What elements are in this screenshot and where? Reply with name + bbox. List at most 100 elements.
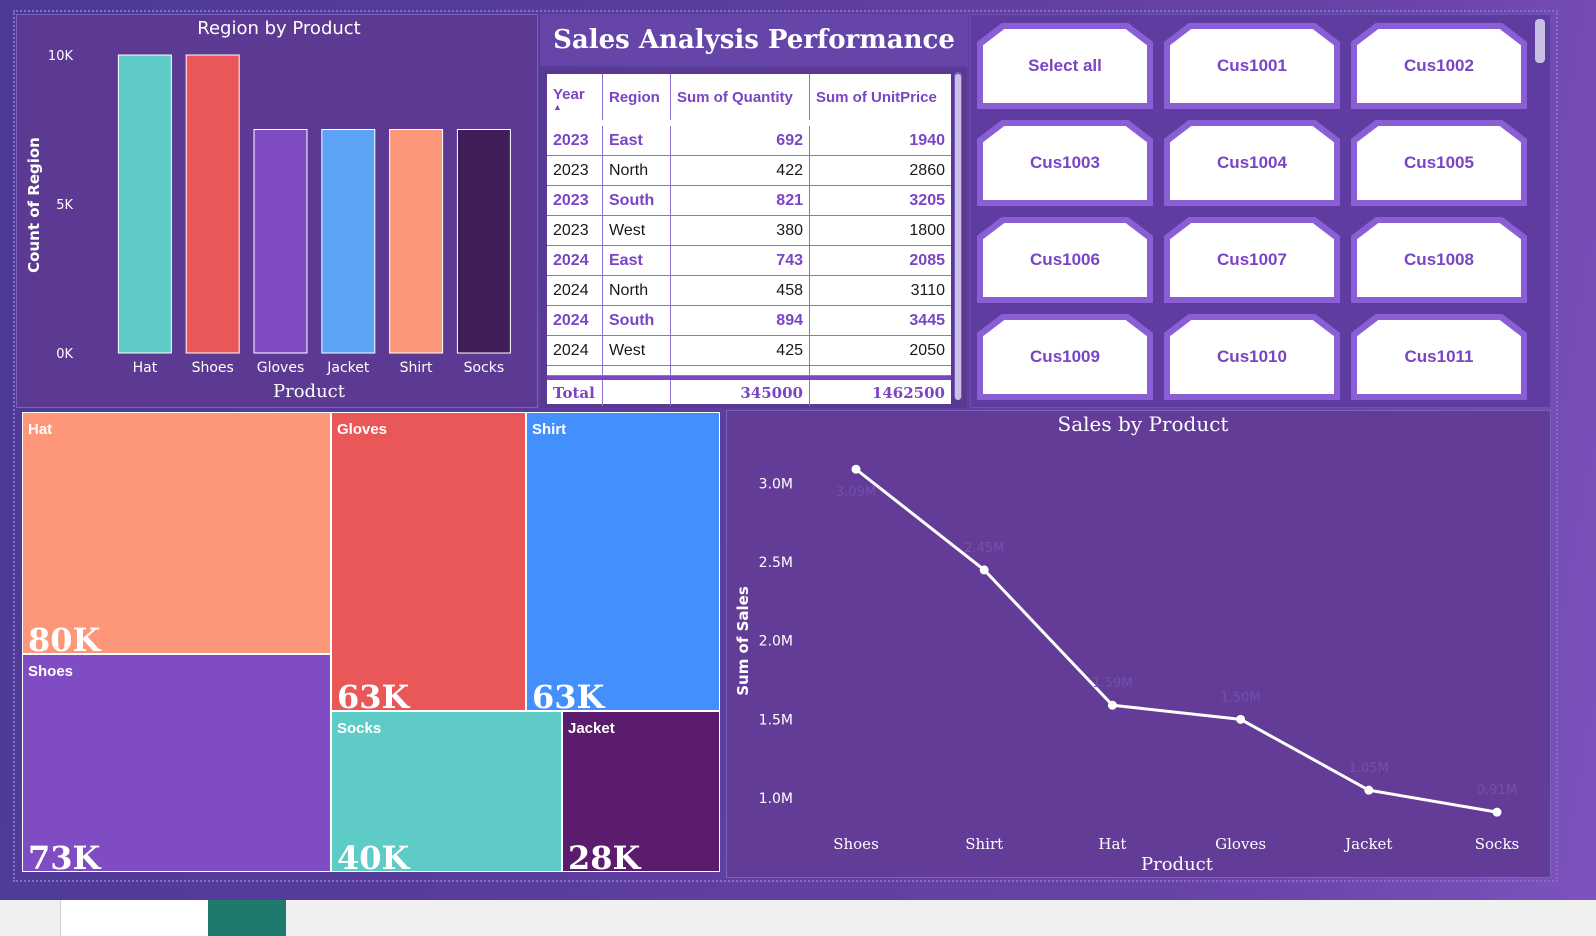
slicer-item-label: Cus1009 xyxy=(1030,347,1100,366)
region-by-product-chart[interactable]: Region by Product Product Count of Region 0… xyxy=(16,14,538,408)
slicer-item-button[interactable]: Cus1008 xyxy=(1351,217,1527,303)
x-tick-label: Jacket xyxy=(1343,835,1392,853)
treemap-value: 28K xyxy=(568,839,641,872)
table-row[interactable]: 2024 East 743 2085 xyxy=(547,246,951,276)
x-tick-label: Shirt xyxy=(400,360,433,376)
treemap-tile-hat[interactable]: Hat 80K xyxy=(22,412,331,654)
slicer-item-face: Cus1010 xyxy=(1170,320,1334,394)
x-tick-label: Jacket xyxy=(326,360,370,376)
total-quantity: 345000 xyxy=(671,380,810,406)
slicer-item-face: Cus1003 xyxy=(983,126,1147,200)
cell-empty xyxy=(603,366,671,375)
slicer-item-button[interactable]: Cus1006 xyxy=(977,217,1153,303)
x-tick-label: Socks xyxy=(464,360,505,376)
slicer-item-label: Select all xyxy=(1028,56,1102,75)
treemap-tile-shoes[interactable]: Shoes 73K xyxy=(22,654,331,872)
slicer-item-label: Cus1006 xyxy=(1030,250,1100,269)
slicer-item-button[interactable]: Cus1011 xyxy=(1351,314,1527,400)
x-tick-label: Gloves xyxy=(257,360,305,376)
slicer-item-face: Cus1009 xyxy=(983,320,1147,394)
slicer-item-button[interactable]: Cus1007 xyxy=(1164,217,1340,303)
data-point[interactable] xyxy=(1492,807,1502,817)
slicer-item-button[interactable]: Cus1005 xyxy=(1351,120,1527,206)
table-row[interactable]: 2024 West 425 2050 xyxy=(547,336,951,366)
page-tab-active[interactable] xyxy=(208,900,286,936)
slicer-item-face: Cus1004 xyxy=(1170,126,1334,200)
treemap-value: 73K xyxy=(28,839,101,872)
sales-treemap[interactable]: Hat 80K Shoes 73K Gloves 63K Shirt 63K S… xyxy=(22,412,720,872)
sales-table[interactable]: Year ▲ Region Sum of Quantity Sum of Uni… xyxy=(541,68,967,408)
data-point[interactable] xyxy=(1107,700,1117,710)
cell-year: 2024 xyxy=(547,276,603,305)
x-tick-label: Shirt xyxy=(965,835,1003,853)
sort-asc-icon[interactable]: ▲ xyxy=(553,103,562,112)
bar-gloves[interactable] xyxy=(253,129,308,354)
treemap-value: 63K xyxy=(337,678,410,711)
report-title-box: Sales Analysis Performance xyxy=(540,14,968,66)
treemap-tile-shirt[interactable]: Shirt 63K xyxy=(526,412,720,711)
total-label: Total xyxy=(547,380,603,406)
header-sum-unitprice[interactable]: Sum of UnitPrice xyxy=(810,74,951,120)
data-point[interactable] xyxy=(979,565,989,575)
bar-hat[interactable] xyxy=(117,54,172,354)
bar-shirt[interactable] xyxy=(389,129,444,354)
header-year[interactable]: Year ▲ xyxy=(547,74,603,120)
slicer-item-label: Cus1003 xyxy=(1030,153,1100,172)
treemap-value: 63K xyxy=(532,678,605,711)
slicer-item-label: Cus1010 xyxy=(1217,347,1287,366)
slicer-item-face: Cus1006 xyxy=(983,223,1147,297)
bar-jacket[interactable] xyxy=(321,129,376,354)
slicer-item-button[interactable]: Cus1001 xyxy=(1164,23,1340,109)
slicer-item-face: Cus1005 xyxy=(1357,126,1521,200)
cell-year: 2023 xyxy=(547,186,603,215)
treemap-tile-socks[interactable]: Socks 40K xyxy=(331,711,562,872)
slicer-item-face: Cus1002 xyxy=(1357,29,1521,103)
slicer-item-button[interactable]: Cus1004 xyxy=(1164,120,1340,206)
header-sum-quantity[interactable]: Sum of Quantity xyxy=(671,74,810,120)
slicer-select-all-button[interactable]: Select all xyxy=(977,23,1153,109)
report-title: Sales Analysis Performance xyxy=(553,25,955,55)
slicer-item-button[interactable]: Cus1010 xyxy=(1164,314,1340,400)
table-row[interactable]: 2024 South 894 3445 xyxy=(547,306,951,336)
cell-region: North xyxy=(603,276,671,305)
total-region xyxy=(603,380,671,406)
bar-shoes[interactable] xyxy=(185,54,240,354)
data-point[interactable] xyxy=(1236,714,1246,724)
slicer-item-button[interactable]: Cus1002 xyxy=(1351,23,1527,109)
sales-line-svg: Sales by Product Product Sum of Sales 1.0M 1… xyxy=(734,412,1519,875)
x-tick-label: Shoes xyxy=(833,835,879,853)
y-tick-label: 10K xyxy=(48,49,74,64)
sales-by-product-chart[interactable]: Sales by Product Product Sum of Sales 1.0M 1… xyxy=(726,410,1551,878)
slicer-item-face: Cus1007 xyxy=(1170,223,1334,297)
treemap-label: Shirt xyxy=(532,421,567,438)
table-row[interactable]: 2023 West 380 1800 xyxy=(547,216,951,246)
slicer-item-label: Cus1002 xyxy=(1404,56,1474,75)
treemap-tile-gloves[interactable]: Gloves 63K xyxy=(331,412,526,711)
x-tick-label: Shoes xyxy=(192,360,234,376)
table-row[interactable]: 2023 North 422 2860 xyxy=(547,156,951,186)
slicer-item-label: Cus1004 xyxy=(1217,153,1287,172)
slicer-item-face: Cus1008 xyxy=(1357,223,1521,297)
treemap-label: Shoes xyxy=(28,663,74,680)
y-tick-label: 2.5M xyxy=(759,555,793,571)
page-tab[interactable] xyxy=(60,900,208,936)
data-point[interactable] xyxy=(1364,785,1374,795)
header-region[interactable]: Region xyxy=(603,74,671,120)
y-tick-label: 0K xyxy=(56,347,73,362)
bar-socks[interactable] xyxy=(456,129,511,354)
slicer-scrollbar[interactable] xyxy=(1535,19,1545,63)
table-row[interactable]: 2023 East 692 1940 xyxy=(547,126,951,156)
page-tab-bar xyxy=(0,900,1596,936)
slicer-item-face: Select all xyxy=(983,29,1147,103)
table-row[interactable]: 2024 North 458 3110 xyxy=(547,276,951,306)
y-axis-label: Sum of Sales xyxy=(734,586,752,696)
slicer-item-button[interactable]: Cus1003 xyxy=(977,120,1153,206)
treemap-tile-jacket[interactable]: Jacket 28K xyxy=(562,711,720,872)
table-row[interactable]: 2023 South 821 3205 xyxy=(547,186,951,216)
cell-quantity: 692 xyxy=(671,126,810,155)
cell-empty xyxy=(810,366,951,375)
table-scrollbar-thumb[interactable] xyxy=(955,74,961,400)
slicer-item-button[interactable]: Cus1009 xyxy=(977,314,1153,400)
cell-unitprice: 1800 xyxy=(909,221,945,239)
data-point[interactable] xyxy=(851,464,861,474)
